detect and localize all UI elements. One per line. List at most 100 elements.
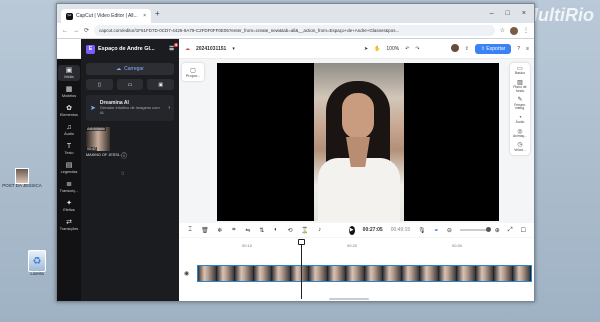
browser-tab[interactable]: ✂ CapCut | Video Editor | All... × <box>61 9 151 23</box>
video-track[interactable] <box>197 265 532 282</box>
desktop-icon-folder[interactable]: POST DA JESSICA <box>2 168 42 189</box>
clip-name: MAKING OF JESSI... <box>86 153 123 157</box>
dreamina-card[interactable]: ➤ Dreamina AI Gerador intuitivo de image… <box>86 95 174 121</box>
track-frame-thumbnail <box>216 266 235 281</box>
track-audio-icon[interactable]: ◉ <box>184 270 189 277</box>
right-nav-item-background[interactable]: ▨ Plano de fundo <box>510 80 530 93</box>
split-icon[interactable]: ⌶ <box>187 227 193 234</box>
nav-item-media[interactable]: ▣ Mídia <box>58 65 80 81</box>
file-name[interactable]: 20241031151 <box>196 46 226 52</box>
dreamina-desc: Gerador intuitivo de imagens com IA <box>99 105 160 115</box>
mirror-icon[interactable]: ⇋ <box>245 227 251 234</box>
nav-item-text[interactable]: T Texto <box>58 141 80 157</box>
playhead[interactable] <box>297 239 305 299</box>
track-frame-thumbnail <box>290 266 309 281</box>
timeline-scrollbar[interactable] <box>329 298 369 300</box>
right-nav-item-label: Animaç... <box>512 133 528 138</box>
speed-tool-icon[interactable]: ⌛ <box>301 227 308 234</box>
link-icon[interactable]: ⚭ <box>434 227 439 234</box>
track-frame-thumbnail <box>364 266 383 281</box>
nav-item-label: Legendas <box>60 170 78 174</box>
ruler-label: 00:20 <box>347 243 358 248</box>
crop-icon[interactable]: ⌗ <box>231 227 237 234</box>
phone-upload-button[interactable]: ▯ <box>86 79 113 90</box>
chevron-right-icon: › <box>168 105 170 111</box>
feedback-icon[interactable]: ☐ <box>521 227 526 234</box>
nav-item-captions[interactable]: ▤ Legendas <box>58 160 80 176</box>
aspect-ratio-icon: ▢ <box>190 67 196 74</box>
project-name[interactable]: Espaço de Andre Gl... <box>98 46 155 52</box>
bookmark-icon[interactable]: ☆ <box>500 27 505 34</box>
hand-tool-icon[interactable]: ✋ <box>374 46 380 52</box>
nav-item-label: Efeitos <box>63 208 75 212</box>
fit-icon[interactable]: ⤢ <box>508 227 513 234</box>
reload-icon[interactable]: ⟳ <box>84 27 89 34</box>
chevron-down-icon[interactable]: ▾ <box>232 46 235 52</box>
audio-separate-icon[interactable]: ♪ <box>317 227 323 233</box>
nav-item-elements[interactable]: ✿ Elementos <box>58 103 80 119</box>
new-tab-icon[interactable]: + <box>155 9 160 18</box>
right-nav-item-smart-tools[interactable]: ✎ Ferram. intelig. <box>510 97 530 110</box>
nav-item-effects[interactable]: ✦ Efeitos <box>58 198 80 214</box>
upload-sources: ▯ ▭ ▣ <box>86 79 175 90</box>
notifications-icon[interactable]: ☰ 4 <box>169 43 178 52</box>
media-clip[interactable]: Adicionado 00:47 MAKING OF JESSI... <box>86 127 123 157</box>
flip-icon[interactable]: ⇅ <box>259 227 265 234</box>
capcut-icon: ✂ <box>66 12 73 20</box>
upload-button[interactable]: ☁ Carregar <box>86 63 174 75</box>
video-canvas[interactable] <box>217 63 499 221</box>
nav-item-transcript[interactable]: ≣ Transcriç... <box>58 179 80 195</box>
nav-item-label: Transcriç... <box>59 189 79 193</box>
nav-item-label: Texto <box>64 151 74 155</box>
timeline: 00:1000:2000:3000:40 ◉ <box>179 238 534 301</box>
record-upload-button[interactable]: ▭ <box>116 79 144 90</box>
undo-icon[interactable]: ↶ <box>405 46 409 52</box>
right-nav-item-label: Áudio <box>515 120 525 124</box>
desktop-icon-recycle-bin[interactable]: ♻ Lixeira <box>17 250 57 277</box>
right-nav-item-audio[interactable]: ◔ Áudio <box>516 115 525 125</box>
transitions-icon: ⇄ <box>66 219 72 226</box>
delete-icon[interactable]: 🗑 <box>201 227 209 234</box>
right-nav-item-basic[interactable]: ▭ Básico <box>515 66 525 76</box>
more-icon[interactable]: ≡ <box>526 46 529 52</box>
redo-icon[interactable]: ↷ <box>415 46 419 52</box>
zoom-out-icon[interactable]: ⊖ <box>447 227 452 234</box>
back-icon[interactable]: ← <box>62 28 68 34</box>
right-nav-item-animation[interactable]: ◎ Animaç... <box>513 129 527 139</box>
mask-icon[interactable]: ◐ <box>273 227 279 233</box>
maximize-icon[interactable]: □ <box>506 10 510 17</box>
timeline-zoom-slider[interactable] <box>459 227 491 232</box>
proportion-button[interactable]: ▢ Propor... <box>182 63 204 81</box>
play-button[interactable]: ▶ <box>348 225 355 235</box>
zoom-slider-handle[interactable] <box>485 227 491 232</box>
nav-item-templates[interactable]: ▦ Modelos <box>58 84 80 100</box>
minimize-icon[interactable]: – <box>490 10 494 17</box>
close-tab-icon[interactable]: × <box>143 13 146 19</box>
freeze-icon[interactable]: ❄ <box>217 227 223 234</box>
mic-icon[interactable]: 🎙 <box>418 227 426 234</box>
close-window-icon[interactable]: × <box>522 10 526 17</box>
share-icon[interactable]: ⇪ <box>465 46 469 52</box>
nav-item-label: Mídia <box>64 75 74 79</box>
reverse-icon[interactable]: ⟲ <box>287 227 293 234</box>
help-icon[interactable]: ? <box>517 46 520 52</box>
text-icon: T <box>66 143 72 150</box>
total-time: 00:49:15 <box>390 227 411 233</box>
forward-icon[interactable]: → <box>73 28 79 34</box>
export-button[interactable]: ⇧ Exportar <box>474 43 512 54</box>
url-field[interactable]: capcut.com/editor/1F61FD7D-0CD7-4425-9A7… <box>94 25 495 36</box>
zoom-level[interactable]: 100% <box>386 46 399 52</box>
playhead-handle[interactable] <box>297 239 305 245</box>
cloud-icon[interactable]: ☁ <box>185 46 190 52</box>
nav-item-transitions[interactable]: ⇄ Transições <box>58 217 80 233</box>
current-time: 00:27:05 <box>362 227 383 233</box>
user-avatar[interactable] <box>450 43 459 54</box>
zoom-in-icon[interactable]: ⊕ <box>495 227 500 234</box>
clip-info-icon[interactable]: ⓘ <box>121 151 127 160</box>
right-nav-item-speed[interactable]: ◷ Veloci... <box>514 142 526 152</box>
profile-avatar-icon[interactable] <box>510 26 518 35</box>
stock-upload-button[interactable]: ▣ <box>147 79 175 90</box>
nav-item-audio[interactable]: ♫ Áudio <box>58 122 80 138</box>
menu-icon[interactable]: ⋮ <box>523 27 529 34</box>
pointer-tool-icon[interactable]: ➤ <box>364 46 368 52</box>
